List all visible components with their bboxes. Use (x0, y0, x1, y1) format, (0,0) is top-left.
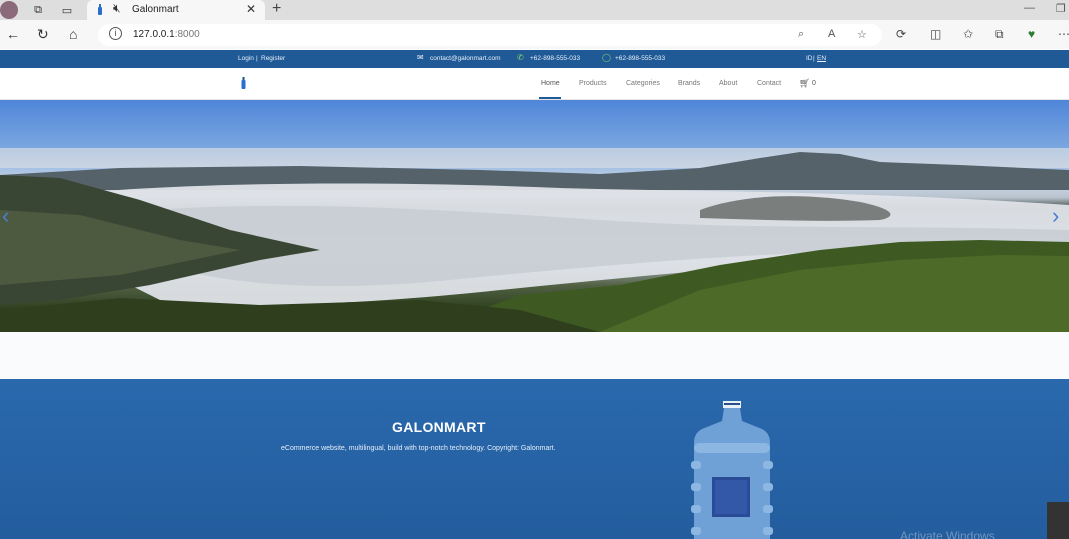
nav-brands[interactable]: Brands (678, 80, 700, 87)
footer-tagline: eCommerce website, multilingual, build w… (281, 445, 556, 452)
favorite-icon[interactable]: ☆ (857, 28, 867, 41)
hero-carousel: ‹ › (0, 100, 1069, 332)
site-topbar: Login | Register ✉ contact@galonmart.com… (0, 50, 1069, 68)
zoom-icon[interactable]: ⌕ (798, 28, 804, 41)
lang-en[interactable]: EN (817, 55, 826, 62)
login-link[interactable]: Login (238, 55, 254, 62)
carousel-prev-button[interactable]: ‹ (2, 203, 9, 229)
carousel-next-button[interactable]: › (1052, 203, 1059, 229)
contact-email[interactable]: contact@galonmart.com (430, 55, 501, 62)
close-icon[interactable]: ✕ (246, 2, 256, 16)
webcam-thumbnail (1047, 502, 1069, 539)
workspaces-icon[interactable]: ⧉ (30, 2, 46, 18)
new-tab-icon[interactable]: + (272, 0, 281, 18)
hero-landscape-image (0, 148, 1069, 332)
browser-essentials-icon[interactable]: ♥ (1028, 27, 1035, 41)
galonmart-favicon (98, 4, 102, 15)
water-gallon-illustration (691, 401, 773, 539)
site-logo[interactable] (241, 77, 246, 89)
tab-title: Galonmart (132, 4, 179, 15)
footer-brand: GALONMART (392, 419, 486, 435)
info-icon[interactable]: i (109, 27, 122, 40)
whatsapp-icon: ◯ (602, 53, 611, 62)
nav-categories[interactable]: Categories (626, 80, 660, 87)
browser-tab-strip: ⧉ ▭ 🔇︎ Galonmart ✕ + — ❐ (0, 0, 1069, 20)
browser-tab[interactable]: 🔇︎ Galonmart ✕ (87, 0, 265, 20)
login-register-separator: | (256, 55, 258, 62)
split-screen-icon[interactable]: ◫ (930, 27, 941, 41)
profile-icon[interactable] (0, 1, 18, 19)
main-nav: Home Products Categories Brands About Co… (0, 68, 1069, 100)
register-link[interactable]: Register (261, 55, 285, 62)
restore-icon[interactable]: ❐ (1056, 2, 1066, 15)
mail-icon: ✉ (417, 53, 424, 62)
nav-contact[interactable]: Contact (757, 80, 781, 87)
more-icon[interactable]: ⋯ (1058, 27, 1069, 41)
phone-icon: ✆ (517, 53, 524, 62)
minimize-icon[interactable]: — (1024, 2, 1035, 14)
favorites-icon[interactable]: ✩ (963, 27, 973, 41)
activate-windows-watermark: Activate Windows (900, 529, 995, 539)
site-footer: GALONMART eCommerce website, multilingua… (0, 379, 1069, 539)
collections-icon[interactable]: ⧉ (995, 27, 1004, 42)
tab-actions-icon[interactable]: ▭ (59, 2, 75, 18)
reload-icon[interactable]: ↻ (37, 26, 49, 43)
back-icon[interactable]: ← (6, 26, 20, 42)
read-aloud-icon[interactable]: A (828, 28, 835, 40)
nav-home[interactable]: Home (541, 80, 560, 87)
url-field[interactable]: i 127.0.0.1:8000 ⌕ A ☆ (98, 24, 882, 46)
home-icon[interactable]: ⌂ (69, 26, 77, 42)
url-text: 127.0.0.1:8000 (133, 29, 200, 40)
cart-count: 0 (812, 80, 816, 87)
address-bar-row: ← ↻ ⌂ i 127.0.0.1:8000 ⌕ A ☆ ⟳ ◫ ✩ ⧉ ♥ ⋯ (0, 20, 1069, 49)
cart-icon[interactable]: 🛒︎ (799, 78, 810, 89)
extensions-icon[interactable]: ⟳ (896, 27, 906, 41)
lang-separator: | (813, 55, 815, 62)
contact-phone[interactable]: +62-898-555-033 (530, 55, 580, 62)
nav-active-indicator (539, 97, 561, 99)
lang-id[interactable]: ID (806, 55, 813, 62)
nav-products[interactable]: Products (579, 80, 607, 87)
mute-icon[interactable]: 🔇︎ (113, 1, 121, 16)
contact-whatsapp[interactable]: +62-898-555-033 (615, 55, 665, 62)
nav-about[interactable]: About (719, 80, 737, 87)
content-spacer (0, 332, 1069, 379)
